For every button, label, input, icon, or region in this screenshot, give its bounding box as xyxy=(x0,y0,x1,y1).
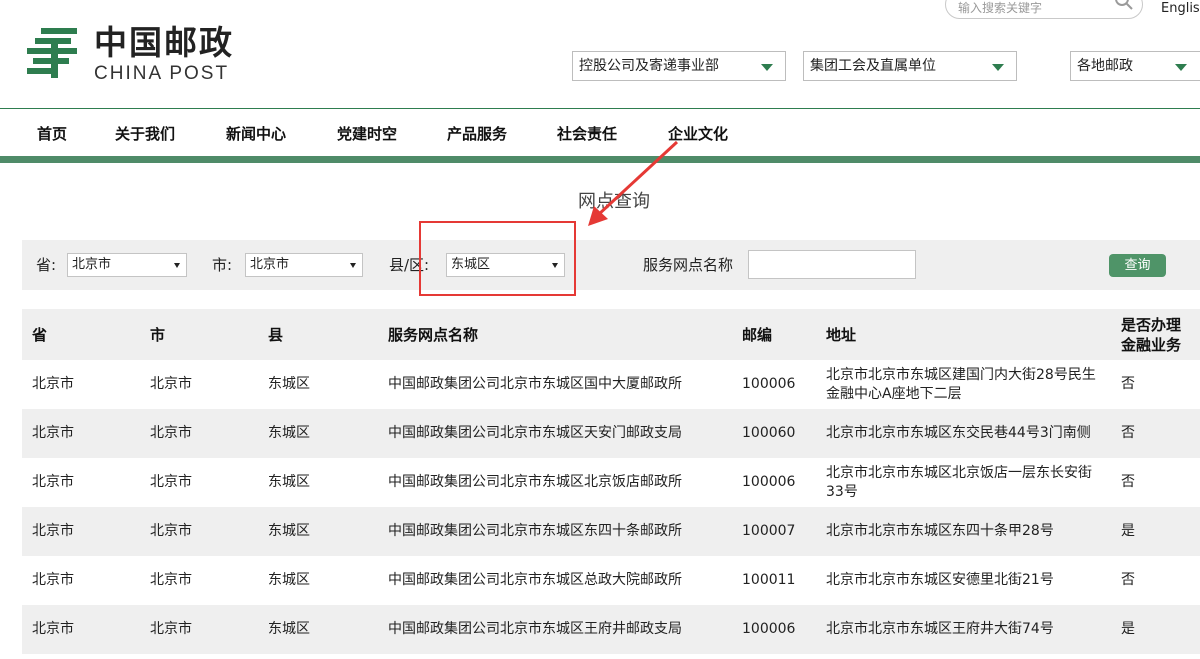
site-search xyxy=(945,0,1143,19)
cell-address: 北京市北京市东城区北京饭店一层东长安街33号 xyxy=(826,464,1092,500)
cell-city: 北京市 xyxy=(150,474,192,490)
cell-city: 北京市 xyxy=(150,523,192,539)
query-button[interactable]: 查询 xyxy=(1109,254,1166,277)
holding-company-select-label: 控股公司及寄递事业部 xyxy=(579,58,719,74)
city-label: 市: xyxy=(212,256,233,274)
nav-item-about[interactable]: 关于我们 xyxy=(115,124,175,144)
nav-item-news[interactable]: 新闻中心 xyxy=(226,124,286,144)
county-label: 县/区: xyxy=(389,256,430,274)
chevron-down-icon xyxy=(992,64,1004,71)
cell-finance: 是 xyxy=(1121,621,1135,637)
outlet-name-label: 服务网点名称 xyxy=(643,256,734,274)
logo-chinese-text: 中国邮政 xyxy=(94,23,234,62)
english-language-link[interactable]: English xyxy=(1161,0,1200,18)
nav-item-products[interactable]: 产品服务 xyxy=(447,124,507,144)
cell-province: 北京市 xyxy=(32,376,74,392)
table-row: 北京市 北京市 东城区 中国邮政集团公司北京市东城区东四十条邮政所 100007… xyxy=(22,507,1200,556)
search-input[interactable] xyxy=(958,0,1108,18)
cell-address: 北京市北京市东城区王府井大街74号 xyxy=(826,621,1054,637)
chevron-down-icon xyxy=(174,263,180,268)
cell-outlet: 中国邮政集团公司北京市东城区总政大院邮政所 xyxy=(388,572,682,588)
nav-item-home[interactable]: 首页 xyxy=(37,124,67,144)
cell-postcode: 100060 xyxy=(742,425,796,441)
chevron-down-icon xyxy=(761,64,773,71)
cell-address: 北京市北京市东城区安德里北街21号 xyxy=(826,572,1054,588)
table-row: 北京市 北京市 东城区 中国邮政集团公司北京市东城区天安门邮政支局 100060… xyxy=(22,409,1200,458)
cell-postcode: 100006 xyxy=(742,621,796,637)
cell-province: 北京市 xyxy=(32,474,74,490)
county-select[interactable]: 东城区 xyxy=(446,253,565,277)
cell-province: 北京市 xyxy=(32,425,74,441)
annotation-arrow-icon xyxy=(588,140,679,226)
province-select-value: 北京市 xyxy=(72,257,112,272)
column-header-postcode: 邮编 xyxy=(742,325,773,344)
column-header-city: 市 xyxy=(150,325,166,344)
cell-outlet: 中国邮政集团公司北京市东城区天安门邮政支局 xyxy=(388,425,682,441)
nav-item-party[interactable]: 党建时空 xyxy=(337,124,397,144)
cell-outlet: 中国邮政集团公司北京市东城区东四十条邮政所 xyxy=(388,523,682,539)
cell-postcode: 100011 xyxy=(742,572,796,588)
cell-province: 北京市 xyxy=(32,621,74,637)
china-post-logo-icon[interactable] xyxy=(23,24,81,82)
cell-finance: 否 xyxy=(1121,474,1135,490)
cell-address: 北京市北京市东城区东交民巷44号3门南侧 xyxy=(826,425,1091,441)
cell-finance: 否 xyxy=(1121,425,1135,441)
cell-province: 北京市 xyxy=(32,523,74,539)
cell-finance: 是 xyxy=(1121,523,1135,539)
county-select-value: 东城区 xyxy=(451,257,491,272)
column-header-county: 县 xyxy=(268,325,284,344)
province-label: 省: xyxy=(36,256,57,274)
cell-county: 东城区 xyxy=(268,523,310,539)
cell-finance: 否 xyxy=(1121,376,1135,392)
province-select[interactable]: 北京市 xyxy=(67,253,187,277)
table-row: 北京市 北京市 东城区 中国邮政集团公司北京市东城区国中大厦邮政所 100006… xyxy=(22,360,1200,409)
cell-province: 北京市 xyxy=(32,572,74,588)
filter-bar xyxy=(22,240,1200,290)
cell-county: 东城区 xyxy=(268,376,310,392)
cell-postcode: 100007 xyxy=(742,523,796,539)
cell-outlet: 中国邮政集团公司北京市东城区王府井邮政支局 xyxy=(388,621,682,637)
nav-underline-bar xyxy=(0,156,1200,163)
logo-english-text: CHINA POST xyxy=(94,63,230,84)
local-post-select-label: 各地邮政 xyxy=(1077,58,1133,74)
cell-outlet: 中国邮政集团公司北京市东城区国中大厦邮政所 xyxy=(388,376,682,392)
column-header-province: 省 xyxy=(32,325,48,344)
holding-company-select[interactable]: 控股公司及寄递事业部 xyxy=(572,51,786,81)
page-title: 网点查询 xyxy=(578,191,650,212)
cell-address: 北京市北京市东城区东四十条甲28号 xyxy=(826,523,1054,539)
column-header-finance: 是否办理金融业务 xyxy=(1121,315,1182,354)
column-header-address: 地址 xyxy=(826,325,857,344)
cell-county: 东城区 xyxy=(268,621,310,637)
outlet-name-input[interactable] xyxy=(748,250,916,279)
table-header xyxy=(22,309,1200,360)
group-union-select[interactable]: 集团工会及直属单位 xyxy=(803,51,1017,81)
cell-county: 东城区 xyxy=(268,474,310,490)
city-select[interactable]: 北京市 xyxy=(245,253,363,277)
cell-finance: 否 xyxy=(1121,572,1135,588)
table-row: 北京市 北京市 东城区 中国邮政集团公司北京市东城区总政大院邮政所 100011… xyxy=(22,556,1200,605)
city-select-value: 北京市 xyxy=(250,257,290,272)
cell-county: 东城区 xyxy=(268,572,310,588)
cell-city: 北京市 xyxy=(150,425,192,441)
chevron-down-icon xyxy=(350,263,356,268)
cell-postcode: 100006 xyxy=(742,474,796,490)
chevron-down-icon xyxy=(552,263,558,268)
table-row: 北京市 北京市 东城区 中国邮政集团公司北京市东城区北京饭店邮政所 100006… xyxy=(22,458,1200,507)
cell-address: 北京市北京市东城区建国门内大街28号民生金融中心A座地下二层 xyxy=(826,366,1096,402)
group-union-select-label: 集团工会及直属单位 xyxy=(810,58,936,74)
column-header-outlet: 服务网点名称 xyxy=(388,325,479,344)
cell-postcode: 100006 xyxy=(742,376,796,392)
cell-county: 东城区 xyxy=(268,425,310,441)
local-post-select[interactable]: 各地邮政 xyxy=(1070,51,1200,81)
cell-city: 北京市 xyxy=(150,376,192,392)
table-row: 北京市 北京市 东城区 中国邮政集团公司北京市东城区王府井邮政支局 100006… xyxy=(22,605,1200,654)
chevron-down-icon xyxy=(1175,64,1187,71)
cell-city: 北京市 xyxy=(150,621,192,637)
cell-outlet: 中国邮政集团公司北京市东城区北京饭店邮政所 xyxy=(388,474,682,490)
search-icon[interactable] xyxy=(1114,0,1134,11)
header-divider xyxy=(0,108,1200,109)
nav-item-social[interactable]: 社会责任 xyxy=(557,124,617,144)
cell-city: 北京市 xyxy=(150,572,192,588)
nav-item-culture[interactable]: 企业文化 xyxy=(668,124,728,144)
